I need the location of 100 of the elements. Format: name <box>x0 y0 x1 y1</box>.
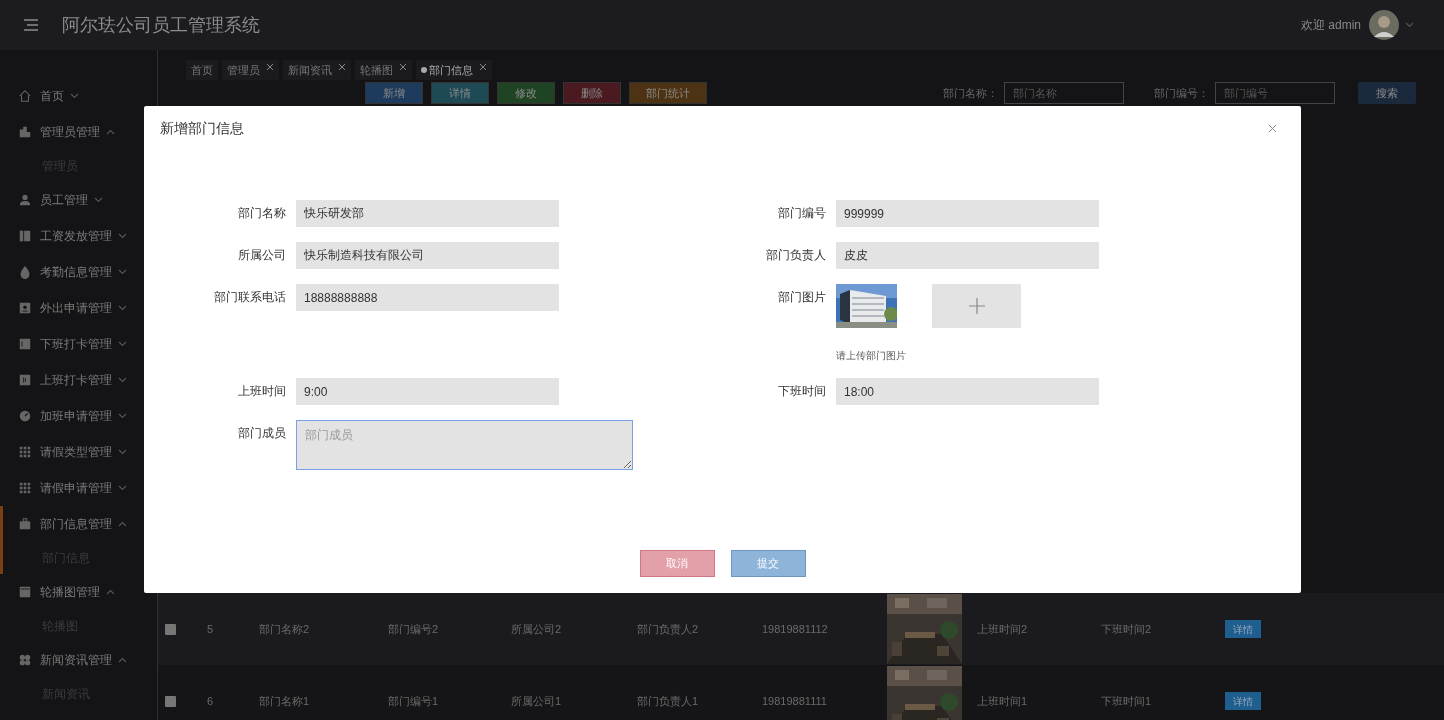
chevron-up-icon <box>106 129 115 135</box>
field-label: 部门图片 <box>777 289 826 306</box>
sidebar-item[interactable]: 管理员管理 <box>3 114 157 150</box>
sidebar-item[interactable]: 新闻资讯管理 <box>3 642 157 678</box>
table-cell-text: 所属公司2 <box>511 621 563 637</box>
sidebar-item[interactable]: 请假申请管理 <box>3 470 157 506</box>
close-icon[interactable] <box>399 63 407 71</box>
page-tab[interactable]: 部门信息 <box>416 60 492 80</box>
text-field[interactable]: 999999 <box>836 200 1099 227</box>
text-field[interactable]: 18:00 <box>836 378 1099 405</box>
avatar[interactable] <box>1369 10 1399 40</box>
details-button[interactable]: 详情 <box>1225 620 1261 638</box>
chevron-down-icon <box>118 449 127 455</box>
text-field[interactable]: 皮皮 <box>836 242 1099 269</box>
welcome-text: 欢迎 admin <box>1300 17 1361 33</box>
field-label: 部门联系电话 <box>213 289 286 306</box>
table-cell-text: 部门名称1 <box>259 693 311 709</box>
briefcase-icon <box>18 517 32 531</box>
page-tab[interactable]: 管理员 <box>222 60 279 80</box>
page-tab[interactable]: 轮播图 <box>355 60 412 80</box>
table-cell-text: 部门负责人1 <box>637 693 700 709</box>
text-field[interactable]: 快乐制造科技有限公司 <box>296 242 559 269</box>
table-cell-text: 所属公司1 <box>511 693 563 709</box>
field-label: 部门名称 <box>237 205 286 222</box>
table-cell-text: 上班时间2 <box>977 621 1029 637</box>
sidebar-item[interactable]: 下班打卡管理 <box>3 326 157 362</box>
table-cell-text: 19819881112 <box>762 621 829 637</box>
table-cell-text: 部门编号1 <box>388 693 440 709</box>
person-icon <box>18 193 32 207</box>
table-cell-text: 部门编号2 <box>388 621 440 637</box>
text-field[interactable]: 18888888888 <box>296 284 559 311</box>
home-icon <box>18 89 32 103</box>
menu-icon[interactable] <box>24 19 38 31</box>
toolbar-button[interactable]: 新增 <box>365 82 423 104</box>
sidebar-item[interactable]: 工资发放管理 <box>3 218 157 254</box>
dialog-title: 新增部门信息 <box>160 119 244 138</box>
field-label: 所属公司 <box>237 247 286 264</box>
chevron-down-icon <box>118 377 127 383</box>
window-icon <box>18 585 32 599</box>
field-label: 部门负责人 <box>765 247 826 264</box>
sidebar-item[interactable]: 加班申请管理 <box>3 398 157 434</box>
sidebar-item[interactable]: 请假类型管理 <box>3 434 157 470</box>
page-tab[interactable]: 首页 <box>186 60 218 80</box>
text-field[interactable]: 快乐研发部 <box>296 200 559 227</box>
app-title: 阿尔珐公司员工管理系统 <box>62 14 260 37</box>
chevron-down-icon <box>94 197 103 203</box>
toolbar-button[interactable]: 详情 <box>431 82 489 104</box>
sidebar-item[interactable]: 上班打卡管理 <box>3 362 157 398</box>
sidebar-label: 员工管理 <box>40 192 88 208</box>
chevron-down-icon <box>70 93 79 99</box>
panel-icon <box>18 229 32 243</box>
field-label: 下班时间 <box>777 383 826 400</box>
sidebar-label: 首页 <box>40 88 64 104</box>
table-cell-text: 19819881111 <box>762 693 828 709</box>
chevron-down-icon <box>118 305 127 311</box>
chevron-up-icon <box>118 521 127 527</box>
panel-icon <box>18 337 32 351</box>
buildings-icon <box>18 125 32 139</box>
table-cell-text: 6 <box>207 693 215 709</box>
search-label: 部门编号： <box>1154 85 1209 101</box>
sidebar-item[interactable]: 部门信息管理 <box>3 506 157 542</box>
sidebar-item[interactable]: 外出申请管理 <box>3 290 157 326</box>
page-tab[interactable]: 新闻资讯 <box>283 60 351 80</box>
chevron-down-icon <box>118 233 127 239</box>
chevron-up-icon <box>106 589 115 595</box>
text-field[interactable]: 9:00 <box>296 378 559 405</box>
plus-icon <box>968 298 985 314</box>
close-icon[interactable] <box>266 63 274 71</box>
sidebar-label: 工资发放管理 <box>40 228 112 244</box>
sidebar-item[interactable]: 员工管理 <box>3 182 157 218</box>
close-icon[interactable] <box>1268 123 1277 133</box>
id-card-icon <box>18 301 32 315</box>
details-button[interactable]: 详情 <box>1225 692 1261 710</box>
sidebar-label: 新闻资讯管理 <box>40 652 112 668</box>
sidebar-label: 部门信息管理 <box>40 516 112 532</box>
table-cell-text: 下班时间2 <box>1101 621 1153 637</box>
table-cell-text: 部门名称2 <box>259 621 311 637</box>
sidebar-label: 请假类型管理 <box>40 444 112 460</box>
sidebar-label: 加班申请管理 <box>40 408 112 424</box>
row-checkbox[interactable] <box>165 695 176 707</box>
toolbar-button[interactable]: 修改 <box>497 82 555 104</box>
table-cell-text: 5 <box>207 621 215 637</box>
sidebar-item[interactable]: 首页 <box>3 78 157 114</box>
search-button[interactable]: 搜索 <box>1358 82 1416 104</box>
chevron-down-icon <box>118 341 127 347</box>
table-cell-text: 上班时间1 <box>977 693 1029 709</box>
sidebar-item[interactable]: 轮播图管理 <box>3 574 157 610</box>
apps-icon <box>18 653 32 667</box>
toolbar-button[interactable]: 部门统计 <box>629 82 707 104</box>
chevron-down-icon <box>118 269 127 275</box>
sidebar-item[interactable]: 考勤信息管理 <box>3 254 157 290</box>
toolbar-button[interactable]: 删除 <box>563 82 621 104</box>
close-icon[interactable] <box>479 63 487 71</box>
sidebar-label: 请假申请管理 <box>40 480 112 496</box>
row-checkbox[interactable] <box>165 623 176 635</box>
close-icon[interactable] <box>338 63 346 71</box>
upload-hint: 请上传部门图片 <box>836 349 907 363</box>
sidebar-label: 上班打卡管理 <box>40 372 112 388</box>
members-field[interactable]: 部门成员 <box>296 420 633 470</box>
chevron-up-icon <box>118 657 127 663</box>
